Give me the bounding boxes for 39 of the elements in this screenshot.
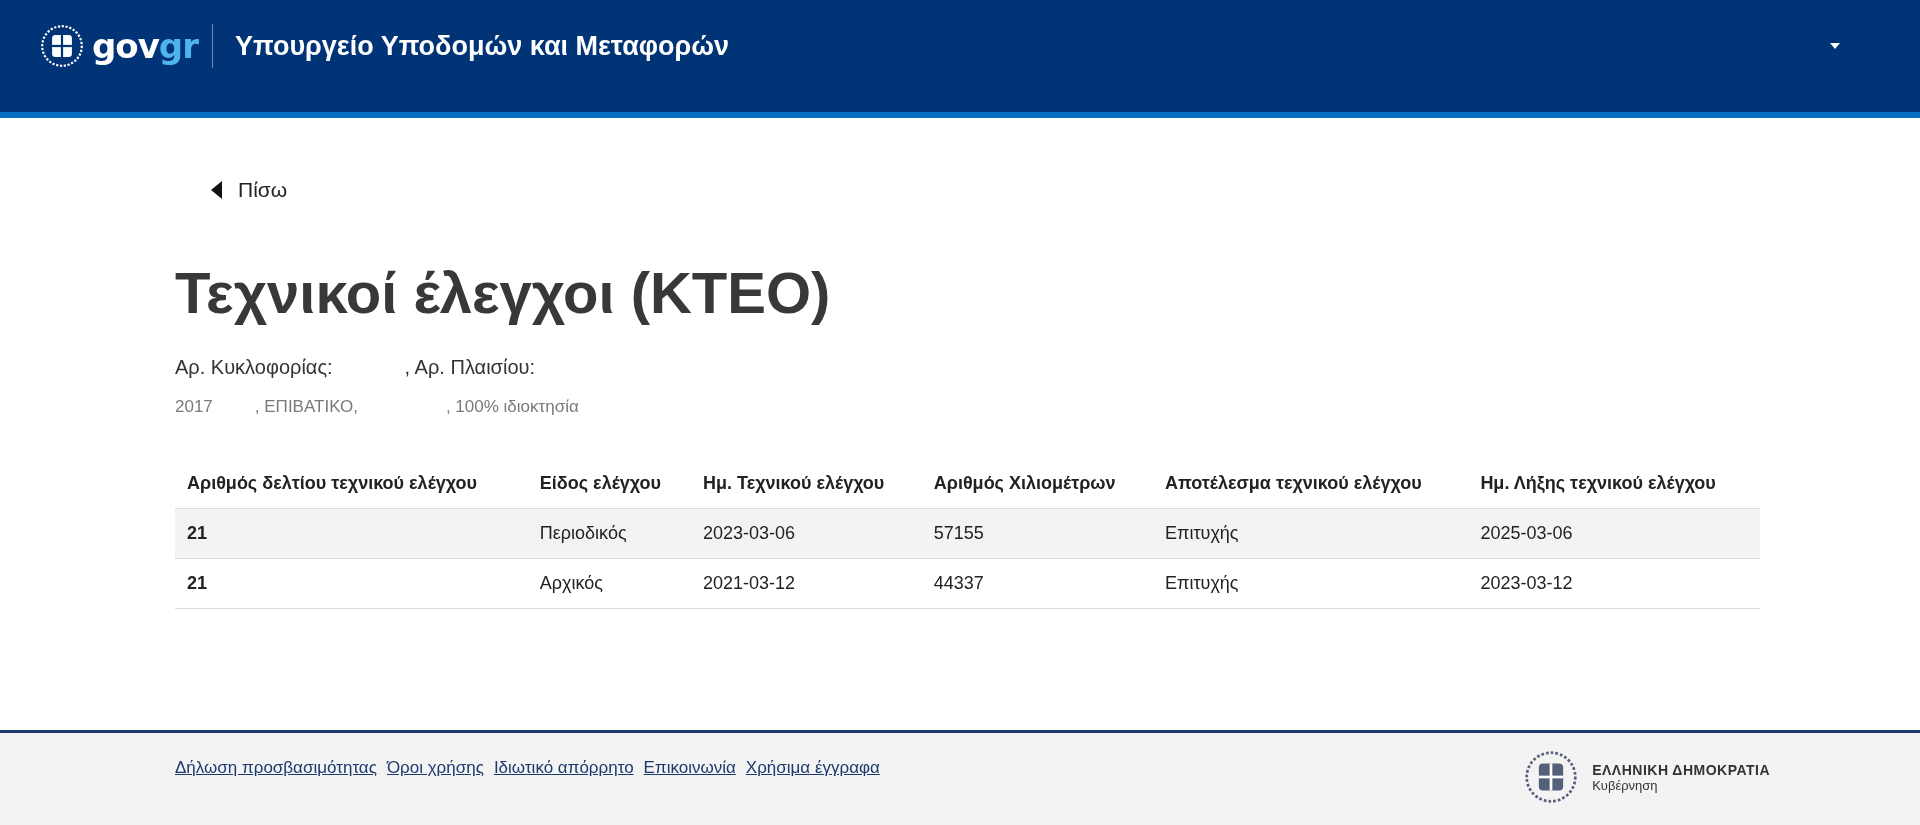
table-cell: 57155 bbox=[921, 508, 1153, 559]
table-cell: Επιτυχής bbox=[1153, 558, 1469, 609]
back-link[interactable]: Πίσω bbox=[211, 178, 288, 202]
table-cell: 2021-03-12 bbox=[690, 558, 922, 609]
column-header: Αποτέλεσμα τεχνικού ελέγχου bbox=[1153, 461, 1469, 509]
org-subtitle: Κυβέρνηση bbox=[1592, 777, 1659, 793]
vehicle-detail: 2017 bbox=[175, 397, 213, 417]
column-header: Ημ. Λήξης τεχνικού ελέγχου bbox=[1468, 461, 1760, 509]
footer-link[interactable]: Όροι χρήσης bbox=[386, 758, 484, 778]
column-header: Είδος ελέγχου bbox=[527, 461, 691, 509]
site-logo[interactable]: govgr bbox=[92, 26, 198, 66]
page-title: Τεχνικοί έλεγχοι (ΚΤΕΟ) bbox=[175, 259, 832, 326]
footer-link[interactable]: Επικοινωνία bbox=[643, 758, 736, 778]
emblem-icon bbox=[1524, 750, 1579, 804]
table-cell: Αρχικός bbox=[527, 558, 691, 609]
vehicle-detail: , ΕΠΙΒΑΤΙΚΟ, bbox=[254, 397, 358, 417]
table-cell: Επιτυχής bbox=[1153, 508, 1469, 559]
caret-icon[interactable] bbox=[1830, 43, 1840, 49]
footer-link[interactable]: Δήλωση προσβασιμότητας bbox=[175, 758, 377, 778]
vehicle-detail: , 100% ιδιοκτησία bbox=[445, 397, 579, 417]
plate-label: Αρ. Κυκλοφορίας: bbox=[175, 356, 333, 379]
table-cell: 21 bbox=[175, 558, 528, 609]
table-cell: 2023-03-12 bbox=[1468, 558, 1760, 609]
table-row[interactable]: 21 Αρχικός 2021-03-12 44337 Επιτυχής 2023-03-12 bbox=[175, 558, 1760, 609]
footer-link[interactable]: Χρήσιμα έγγραφα bbox=[745, 758, 880, 778]
table-cell: 2023-03-06 bbox=[690, 508, 922, 559]
table-cell: 21 bbox=[175, 508, 528, 559]
column-header: Αριθμός δελτίου τεχνικού ελέγχου bbox=[175, 461, 528, 509]
table-cell: 2025-03-06 bbox=[1468, 508, 1760, 559]
ministry-title: Υπουργείο Υποδομών και Μεταφορών bbox=[234, 30, 730, 62]
table-cell: Περιοδικός bbox=[527, 508, 691, 559]
footer-link[interactable]: Ιδιωτικό απόρρητο bbox=[493, 758, 634, 778]
back-arrow-icon[interactable] bbox=[211, 181, 222, 199]
table-cell: 44337 bbox=[921, 558, 1153, 609]
chassis-label: , Αρ. Πλαισίου: bbox=[404, 356, 535, 379]
column-header: Ημ. Τεχνικού ελέγχου bbox=[690, 461, 922, 509]
emblem-icon bbox=[40, 24, 84, 68]
org-name: ΕΛΛΗΝΙΚΗ ΔΗΜΟΚΡΑΤΙΑ bbox=[1592, 761, 1770, 778]
column-header: Αριθμός Χιλιομέτρων bbox=[921, 461, 1153, 509]
